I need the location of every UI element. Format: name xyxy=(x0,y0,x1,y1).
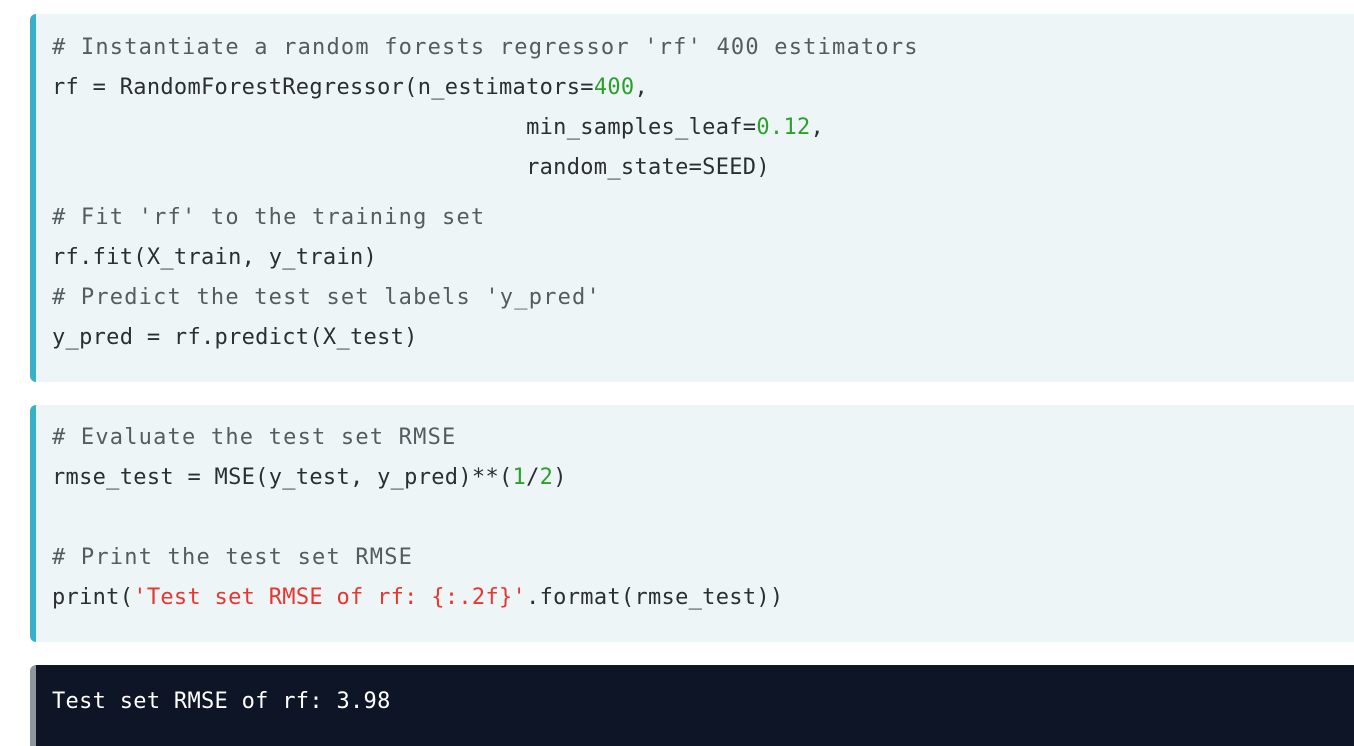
code-text: , xyxy=(634,75,648,100)
code-comment: # Evaluate the test set RMSE xyxy=(52,425,457,450)
code-line: y_pred = rf.predict(X_test) xyxy=(52,325,418,350)
code-comment: # Fit 'rf' to the training set xyxy=(52,205,486,230)
code-line: rmse_test = MSE(y_test, y_pred)**(1/2) xyxy=(52,458,567,498)
output-console: Test set RMSE of rf: 3.98 xyxy=(30,665,1354,746)
code-comment: # Predict the test set labels 'y_pred' xyxy=(52,285,601,310)
code-cell-evaluate-rmse[interactable]: # Evaluate the test set RMSE rmse_test =… xyxy=(30,405,1354,642)
code-text: / xyxy=(526,465,540,490)
code-number: 1 xyxy=(512,465,527,490)
code-text: rmse_test = MSE(y_test, y_pred)**( xyxy=(52,465,513,490)
code-line: rf = RandomForestRegressor(n_estimators=… xyxy=(52,68,648,108)
code-number: 400 xyxy=(593,75,635,100)
output-text: Test set RMSE of rf: 3.98 xyxy=(52,689,391,714)
code-text: rf = RandomForestRegressor(n_estimators= xyxy=(52,75,594,100)
code-line: min_samples_leaf=0.12, xyxy=(52,108,824,148)
code-cell-random-forest[interactable]: # Instantiate a random forests regressor… xyxy=(30,14,1354,382)
code-text: ) xyxy=(553,465,567,490)
code-line: rf.fit(X_train, y_train) xyxy=(52,245,378,270)
code-comment: # Instantiate a random forests regressor… xyxy=(52,35,919,60)
code-line: print('Test set RMSE of rf: {:.2f}'.form… xyxy=(52,578,783,618)
code-number: 0.12 xyxy=(756,115,811,140)
code-number: 2 xyxy=(539,465,554,490)
code-comment: # Print the test set RMSE xyxy=(52,545,414,570)
code-text: min_samples_leaf= xyxy=(52,115,757,140)
code-line: random_state=SEED) xyxy=(52,155,770,180)
code-text: .format(rmse_test)) xyxy=(526,585,784,610)
code-string: 'Test set RMSE of rf: {:.2f}' xyxy=(133,585,527,610)
code-text: , xyxy=(810,115,825,140)
code-text: print( xyxy=(52,585,134,610)
